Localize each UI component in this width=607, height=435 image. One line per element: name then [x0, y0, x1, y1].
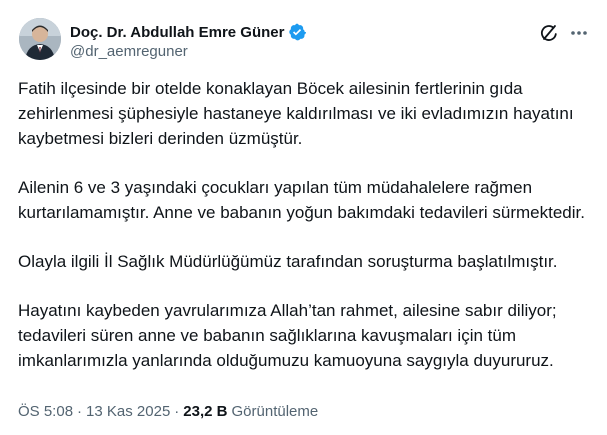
profile-photo-icon: [19, 18, 61, 60]
tweet-card: Doç. Dr. Abdullah Emre Güner @dr_aemregu…: [0, 0, 607, 435]
grok-icon[interactable]: [538, 22, 560, 44]
separator: ·: [77, 403, 83, 420]
avatar[interactable]: [19, 18, 61, 60]
views-count: 23,2 B: [183, 403, 228, 420]
verified-badge-icon: [288, 23, 307, 41]
separator: ·: [174, 403, 180, 420]
author-row: Doç. Dr. Abdullah Emre Güner: [70, 22, 307, 42]
tweet-paragraph: Ailenin 6 ve 3 yaşındaki çocukları yapıl…: [18, 178, 585, 222]
tweet-date[interactable]: 13 Kas 2025: [86, 403, 170, 420]
tweet-text: Fatih ilçesinde bir otelde konaklayan Bö…: [18, 76, 593, 397]
tweet-paragraph: Olayla ilgili İl Sağlık Müdürlüğümüz tar…: [18, 252, 558, 271]
tweet-meta: ÖS 5:08 · 13 Kas 2025 · 23,2 B Görüntüle…: [18, 403, 318, 420]
author-name[interactable]: Doç. Dr. Abdullah Emre Güner: [70, 24, 284, 41]
tweet-paragraph: Hayatını kaybeden yavrularımıza Allah’ta…: [18, 301, 557, 370]
more-options-icon[interactable]: [568, 22, 590, 44]
author-handle[interactable]: @dr_aemreguner: [70, 43, 188, 60]
views-label: Görüntüleme: [231, 403, 319, 420]
tweet-paragraph: Fatih ilçesinde bir otelde konaklayan Bö…: [18, 79, 574, 148]
tweet-time[interactable]: ÖS 5:08: [18, 403, 73, 420]
